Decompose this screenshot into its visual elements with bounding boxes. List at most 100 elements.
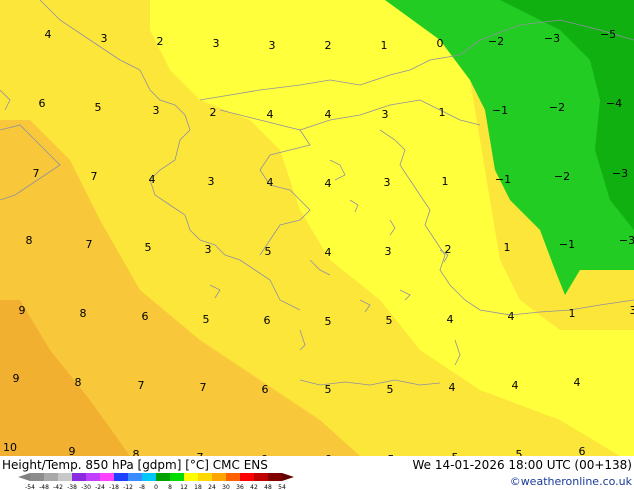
temp-label: 4 (45, 28, 52, 41)
scale-tick-label: -42 (53, 484, 63, 490)
temp-label: 3 (213, 37, 220, 50)
map-title: Height/Temp. 850 hPa [gdpm] [°C] CMC ENS (2, 458, 268, 472)
temp-label: 7 (200, 381, 207, 394)
scale-tick-label: 8 (168, 484, 172, 490)
temp-label: −1 (492, 104, 508, 117)
credit-link[interactable]: ©weatheronline.co.uk (510, 475, 633, 488)
color-scale-swatch (72, 473, 86, 481)
temp-label: −3 (544, 32, 560, 45)
temp-label: 4 (512, 379, 519, 392)
temp-label: 7 (91, 170, 98, 183)
color-scale-swatch (86, 473, 100, 481)
color-scale-swatch (254, 473, 268, 481)
color-scale-swatch (268, 473, 282, 481)
color-scale-swatch (142, 473, 156, 481)
temp-label: 0 (437, 37, 444, 50)
temp-label: 4 (447, 313, 454, 326)
temp-label: 6 (264, 314, 271, 327)
map-footer: Height/Temp. 850 hPa [gdpm] [°C] CMC ENS… (0, 456, 634, 490)
temp-label: 7 (33, 167, 40, 180)
temp-label: 4 (267, 108, 274, 121)
temp-label: 5 (95, 101, 102, 114)
scale-tick-label: -8 (139, 484, 145, 490)
temp-label: 9 (19, 304, 26, 317)
temp-label: 5 (516, 448, 523, 456)
scale-tick-label: -38 (67, 484, 77, 490)
temp-label: 10 (3, 441, 17, 454)
temp-label: 8 (75, 376, 82, 389)
color-scale-swatch (212, 473, 226, 481)
color-scale-swatch (30, 473, 44, 481)
temp-label: 8 (133, 448, 140, 456)
temp-label: 5 (265, 245, 272, 258)
scale-left-arrow (18, 473, 30, 481)
temp-label: 3 (153, 104, 160, 117)
temp-label: 7 (138, 379, 145, 392)
temp-label: 3 (208, 175, 215, 188)
color-scale-swatch (128, 473, 142, 481)
scale-tick-label: 24 (208, 484, 216, 490)
temp-label: −5 (600, 28, 616, 41)
scale-tick-label: -18 (109, 484, 119, 490)
color-scale-swatch (114, 473, 128, 481)
scale-tick-label: -48 (39, 484, 49, 490)
scale-tick-label: 0 (154, 484, 158, 490)
temp-label: 3 (101, 32, 108, 45)
temp-label: 1 (439, 106, 446, 119)
temp-label: 2 (210, 106, 217, 119)
temp-label: 9 (13, 372, 20, 385)
scale-tick-label: -12 (123, 484, 133, 490)
temp-label: 8 (80, 307, 87, 320)
temp-label: −2 (488, 35, 504, 48)
temp-label: 6 (262, 383, 269, 396)
scale-tick-label: 48 (264, 484, 272, 490)
color-scale-swatch (226, 473, 240, 481)
temp-label: 1 (569, 307, 576, 320)
temp-label: 5 (386, 314, 393, 327)
temp-label: 4 (325, 177, 332, 190)
temp-label: 3 (384, 176, 391, 189)
temp-label: 4 (449, 381, 456, 394)
temp-label: −2 (554, 170, 570, 183)
weather-map: 4 3 2 3 3 2 1 0 −2 −3 −56 5 3 2 4 4 3 1 −1 −2 −47 7 4 3 4 4 3 1 −1 −2… (0, 0, 634, 456)
color-scale-swatch (44, 473, 58, 481)
temp-label: 9 (69, 445, 76, 456)
temp-label: 5 (203, 313, 210, 326)
temp-label: 4 (149, 173, 156, 186)
temp-label: −2 (549, 101, 565, 114)
temp-label: 5 (325, 383, 332, 396)
scale-tick-label: 30 (222, 484, 230, 490)
temp-label: −1 (559, 238, 575, 251)
scale-tick-label: 42 (250, 484, 258, 490)
temp-label: 1 (504, 241, 511, 254)
scale-tick-label: -30 (81, 484, 91, 490)
scale-tick-label: 18 (194, 484, 202, 490)
temp-label: −4 (606, 97, 622, 110)
temp-label: 3 (269, 39, 276, 52)
scale-right-arrow (282, 473, 294, 481)
temp-label: 1 (381, 39, 388, 52)
color-scale-swatch (100, 473, 114, 481)
color-scale-swatch (170, 473, 184, 481)
temp-label: 8 (26, 234, 33, 247)
color-scale-swatch (198, 473, 212, 481)
color-scale-swatch (184, 473, 198, 481)
color-scale-swatch (156, 473, 170, 481)
color-scale (18, 473, 294, 481)
temp-label: 1 (442, 175, 449, 188)
temp-label: 5 (145, 241, 152, 254)
color-scale-swatch (58, 473, 72, 481)
temp-label: 3 (630, 304, 634, 317)
temp-label: −3 (619, 234, 634, 247)
temp-label: 4 (508, 310, 515, 323)
scale-tick-label: 12 (180, 484, 188, 490)
temp-label: 4 (325, 246, 332, 259)
temp-label: 6 (142, 310, 149, 323)
temp-label: 6 (579, 445, 586, 456)
temp-label: 3 (205, 243, 212, 256)
color-scale-ticks: -54 -48 -42 -38 -30 -24 -18 -12 -8 0 8 12 18 24 30 36 42… (25, 484, 286, 490)
temp-label: −1 (495, 173, 511, 186)
temp-label: 6 (39, 97, 46, 110)
scale-tick-label: 54 (278, 484, 286, 490)
scale-tick-label: -54 (25, 484, 35, 490)
